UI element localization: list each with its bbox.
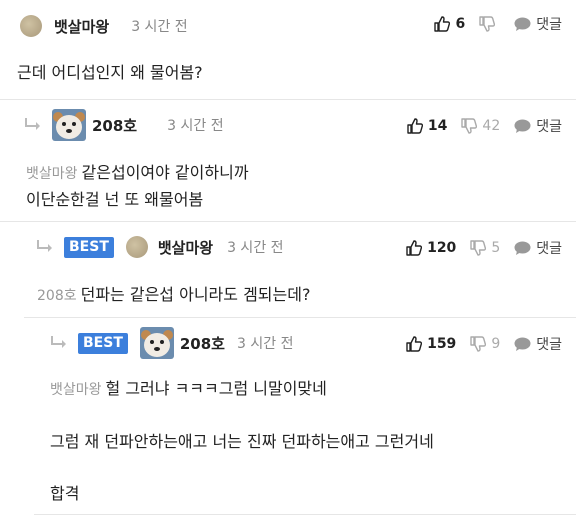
reply-arrow-icon [51, 336, 66, 348]
thumbs-up-icon [406, 240, 423, 256]
thumbs-down-icon [470, 240, 487, 256]
comment-body: 뱃살마왕 헐 그러냐 ㅋㅋㅋ그럼 니말이맞네 그럼 재 던파안하는애고 너는 진짜… [50, 376, 434, 507]
comment-actions: 159 9 댓글 [392, 334, 562, 354]
speech-bubble-icon [514, 17, 531, 31]
comment-body: 근데 어디섭인지 왜 물어봄? [17, 60, 203, 86]
downvote-button[interactable]: 42 [461, 118, 500, 134]
downvote-count: 42 [482, 118, 501, 134]
thumbs-up-icon [406, 336, 423, 352]
reply-button[interactable]: 댓글 [514, 238, 562, 258]
speech-bubble-icon [514, 119, 531, 133]
comment-line: 같은섭이여야 같이하니까 [81, 163, 249, 182]
reply-arrow-icon [25, 118, 40, 130]
reply-label: 댓글 [536, 337, 562, 353]
downvote-count: 5 [491, 240, 501, 256]
timestamp: 3 시간 전 [227, 240, 284, 256]
upvote-count: 120 [427, 240, 457, 256]
comment-body: 뱃살마왕 같은섭이여야 같이하니까 이단순한걸 넌 또 왜물어봄 [26, 160, 249, 213]
timestamp: 3 시간 전 [237, 336, 294, 352]
avatar[interactable] [52, 109, 86, 141]
downvote-count: 9 [491, 336, 501, 352]
comment: 뱃살마왕 3 시간 전 6 댓글 근데 어디섭인지 왜 물어봄? [0, 0, 576, 100]
reply-label: 댓글 [536, 241, 562, 257]
upvote-count: 6 [455, 16, 466, 32]
comment-actions: 14 42 댓글 [393, 116, 562, 136]
comment-reply: BEST 208호 3 시간 전 159 9 댓글 뱃살마왕 헐 그러냐 ㅋㅋㅋ그… [0, 318, 576, 519]
comment-line: 던파는 같은섭 아니라도 겜되는데? [80, 285, 311, 304]
downvote-button[interactable] [479, 16, 500, 32]
upvote-button[interactable]: 6 [434, 16, 465, 32]
comment-line: 근데 어디섭인지 왜 물어봄? [17, 63, 203, 82]
downvote-button[interactable]: 5 [470, 240, 500, 256]
comment-reply: BEST 뱃살마왕 3 시간 전 120 5 댓글 208호 던파는 같은섭 아니… [0, 222, 576, 318]
timestamp: 3 시간 전 [167, 118, 224, 134]
thumbs-down-icon [479, 16, 496, 32]
thumbs-down-icon [470, 336, 487, 352]
comment-body: 208호 던파는 같은섭 아니라도 겜되는데? [37, 282, 310, 309]
mention[interactable]: 208호 [37, 288, 77, 304]
author-name[interactable]: 208호 [92, 115, 137, 136]
comment-actions: 6 댓글 [420, 14, 562, 34]
thumbs-up-icon [407, 118, 423, 134]
thumbs-down-icon [461, 118, 478, 134]
reply-button[interactable]: 댓글 [514, 116, 562, 136]
author-name[interactable]: 뱃살마왕 [54, 16, 109, 37]
avatar[interactable] [20, 15, 42, 37]
upvote-count: 159 [427, 336, 457, 352]
reply-arrow-icon [37, 240, 52, 252]
best-badge: BEST [64, 236, 114, 258]
reply-label: 댓글 [536, 119, 562, 135]
reply-label: 댓글 [536, 17, 562, 33]
upvote-button[interactable]: 120 [406, 240, 456, 256]
comment-line: 이단순한걸 넌 또 왜물어봄 [26, 190, 204, 209]
speech-bubble-icon [514, 337, 531, 351]
thumbs-up-icon [434, 16, 451, 32]
best-badge: BEST [78, 332, 128, 354]
downvote-button[interactable]: 9 [470, 336, 500, 352]
divider [34, 514, 576, 515]
comment-reply: 208호 3 시간 전 14 42 댓글 뱃살마왕 같은섭이여야 같이하니까 이단… [0, 100, 576, 222]
comment-line: 헐 그러냐 ㅋㅋㅋ그럼 니말이맞네 [105, 379, 327, 398]
author-name[interactable]: 뱃살마왕 [158, 237, 213, 258]
upvote-button[interactable]: 14 [407, 118, 447, 134]
speech-bubble-icon [514, 241, 531, 255]
reply-button[interactable]: 댓글 [514, 334, 562, 354]
upvote-count: 14 [427, 118, 448, 134]
upvote-button[interactable]: 159 [406, 336, 456, 352]
mention[interactable]: 뱃살마왕 [50, 382, 102, 398]
avatar[interactable] [139, 327, 174, 359]
comment-line: 합격 [50, 484, 80, 503]
mention[interactable]: 뱃살마왕 [26, 166, 78, 182]
author-name[interactable]: 208호 [180, 333, 225, 354]
reply-button[interactable]: 댓글 [514, 14, 562, 34]
comment-line: 그럼 재 던파안하는애고 너는 진짜 던파하는애고 그런거네 [50, 432, 434, 451]
timestamp: 3 시간 전 [131, 19, 188, 35]
avatar[interactable] [125, 236, 148, 258]
comment-actions: 120 5 댓글 [392, 238, 562, 258]
